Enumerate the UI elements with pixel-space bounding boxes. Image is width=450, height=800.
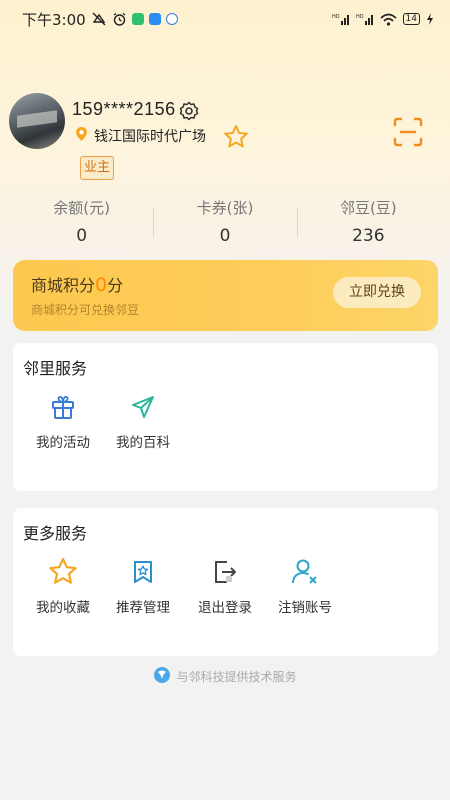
more-services-card: 更多服务 我的收藏 推荐管理 退出登录 注销账号 xyxy=(13,508,438,656)
stat-label: 卡券(张) xyxy=(196,199,254,217)
stat-label: 邻豆(豆) xyxy=(339,199,397,217)
battery-indicator: 14 xyxy=(402,13,420,25)
signal-icon: HD xyxy=(332,13,350,25)
scan-qr-icon[interactable] xyxy=(393,117,423,151)
points-value: 0 xyxy=(95,274,108,296)
gift-icon xyxy=(24,391,102,423)
redeem-button[interactable]: 立即兑换 xyxy=(333,277,421,308)
section-title: 更多服务 xyxy=(23,524,88,543)
service-label: 我的活动 xyxy=(36,435,90,451)
community-name: 钱江国际时代广场 xyxy=(94,129,206,145)
profile-header: 159****2156 钱江国际时代广场 业主 xyxy=(9,93,441,188)
service-logout[interactable]: 退出登录 xyxy=(186,556,264,616)
service-my-favorites[interactable]: 我的收藏 xyxy=(24,556,102,616)
wifi-icon xyxy=(380,13,397,26)
user-remove-icon xyxy=(266,556,344,588)
logout-icon xyxy=(186,556,264,588)
signal-icon-2: HD xyxy=(356,13,374,25)
community-selector[interactable]: 钱江国际时代广场 xyxy=(75,126,206,146)
gear-icon[interactable] xyxy=(179,101,199,125)
service-label: 退出登录 xyxy=(198,600,252,616)
service-my-activities[interactable]: 我的活动 xyxy=(24,391,102,451)
stat-value: 0 xyxy=(219,226,231,246)
phone-number: 159****2156 xyxy=(72,99,176,119)
mall-points-card: 商城积分0分 商城积分可兑换邻豆 立即兑换 xyxy=(13,260,438,331)
service-cancel-account[interactable]: 注销账号 xyxy=(266,556,344,616)
stat-beans[interactable]: 邻豆(豆) 236 xyxy=(296,194,440,254)
status-bar: 下午3:00 HD HD 14 xyxy=(0,0,450,38)
svg-text:HD: HD xyxy=(356,14,364,20)
points-title-prefix: 商城积分 xyxy=(31,276,96,295)
browser-app-icon xyxy=(165,13,178,25)
service-label: 推荐管理 xyxy=(116,600,170,616)
bookmark-star-icon xyxy=(104,556,182,588)
status-time: 下午3:00 xyxy=(22,10,86,29)
footer-text: 与邻科技提供技术服务 xyxy=(176,670,297,684)
stat-value: 236 xyxy=(352,226,385,246)
account-stats: 余额(元) 0 卡券(张) 0 邻豆(豆) 236 xyxy=(10,194,440,254)
stat-value: 0 xyxy=(76,226,88,246)
favorite-star-icon[interactable] xyxy=(222,123,250,155)
points-title-suffix: 分 xyxy=(107,276,124,295)
upload-app-icon xyxy=(148,13,161,25)
svg-text:HD: HD xyxy=(332,14,340,20)
stat-coupons[interactable]: 卡券(张) 0 xyxy=(153,194,296,254)
paper-plane-icon xyxy=(104,391,182,423)
mute-icon xyxy=(91,12,107,26)
stat-label: 余额(元) xyxy=(53,199,111,217)
points-title: 商城积分0分 xyxy=(31,272,123,296)
star-icon xyxy=(24,556,102,588)
service-my-encyclopedia[interactable]: 我的百科 xyxy=(104,391,182,451)
section-title: 邻里服务 xyxy=(23,359,88,378)
charging-icon xyxy=(426,13,434,25)
provider-logo-icon xyxy=(153,666,171,687)
service-label: 我的收藏 xyxy=(36,600,90,616)
service-label: 注销账号 xyxy=(278,600,332,616)
owner-badge: 业主 xyxy=(80,156,114,180)
neighbor-services-card: 邻里服务 我的活动 我的百科 xyxy=(13,343,438,491)
wechat-app-icon xyxy=(131,13,144,25)
location-pin-icon xyxy=(75,126,88,146)
alarm-icon xyxy=(112,12,127,27)
points-subtitle: 商城积分可兑换邻豆 xyxy=(31,303,140,317)
stat-balance[interactable]: 余额(元) 0 xyxy=(10,194,153,254)
service-recommend-management[interactable]: 推荐管理 xyxy=(104,556,182,616)
footer: 与邻科技提供技术服务 xyxy=(0,666,450,687)
avatar[interactable] xyxy=(9,93,65,149)
service-label: 我的百科 xyxy=(116,435,170,451)
